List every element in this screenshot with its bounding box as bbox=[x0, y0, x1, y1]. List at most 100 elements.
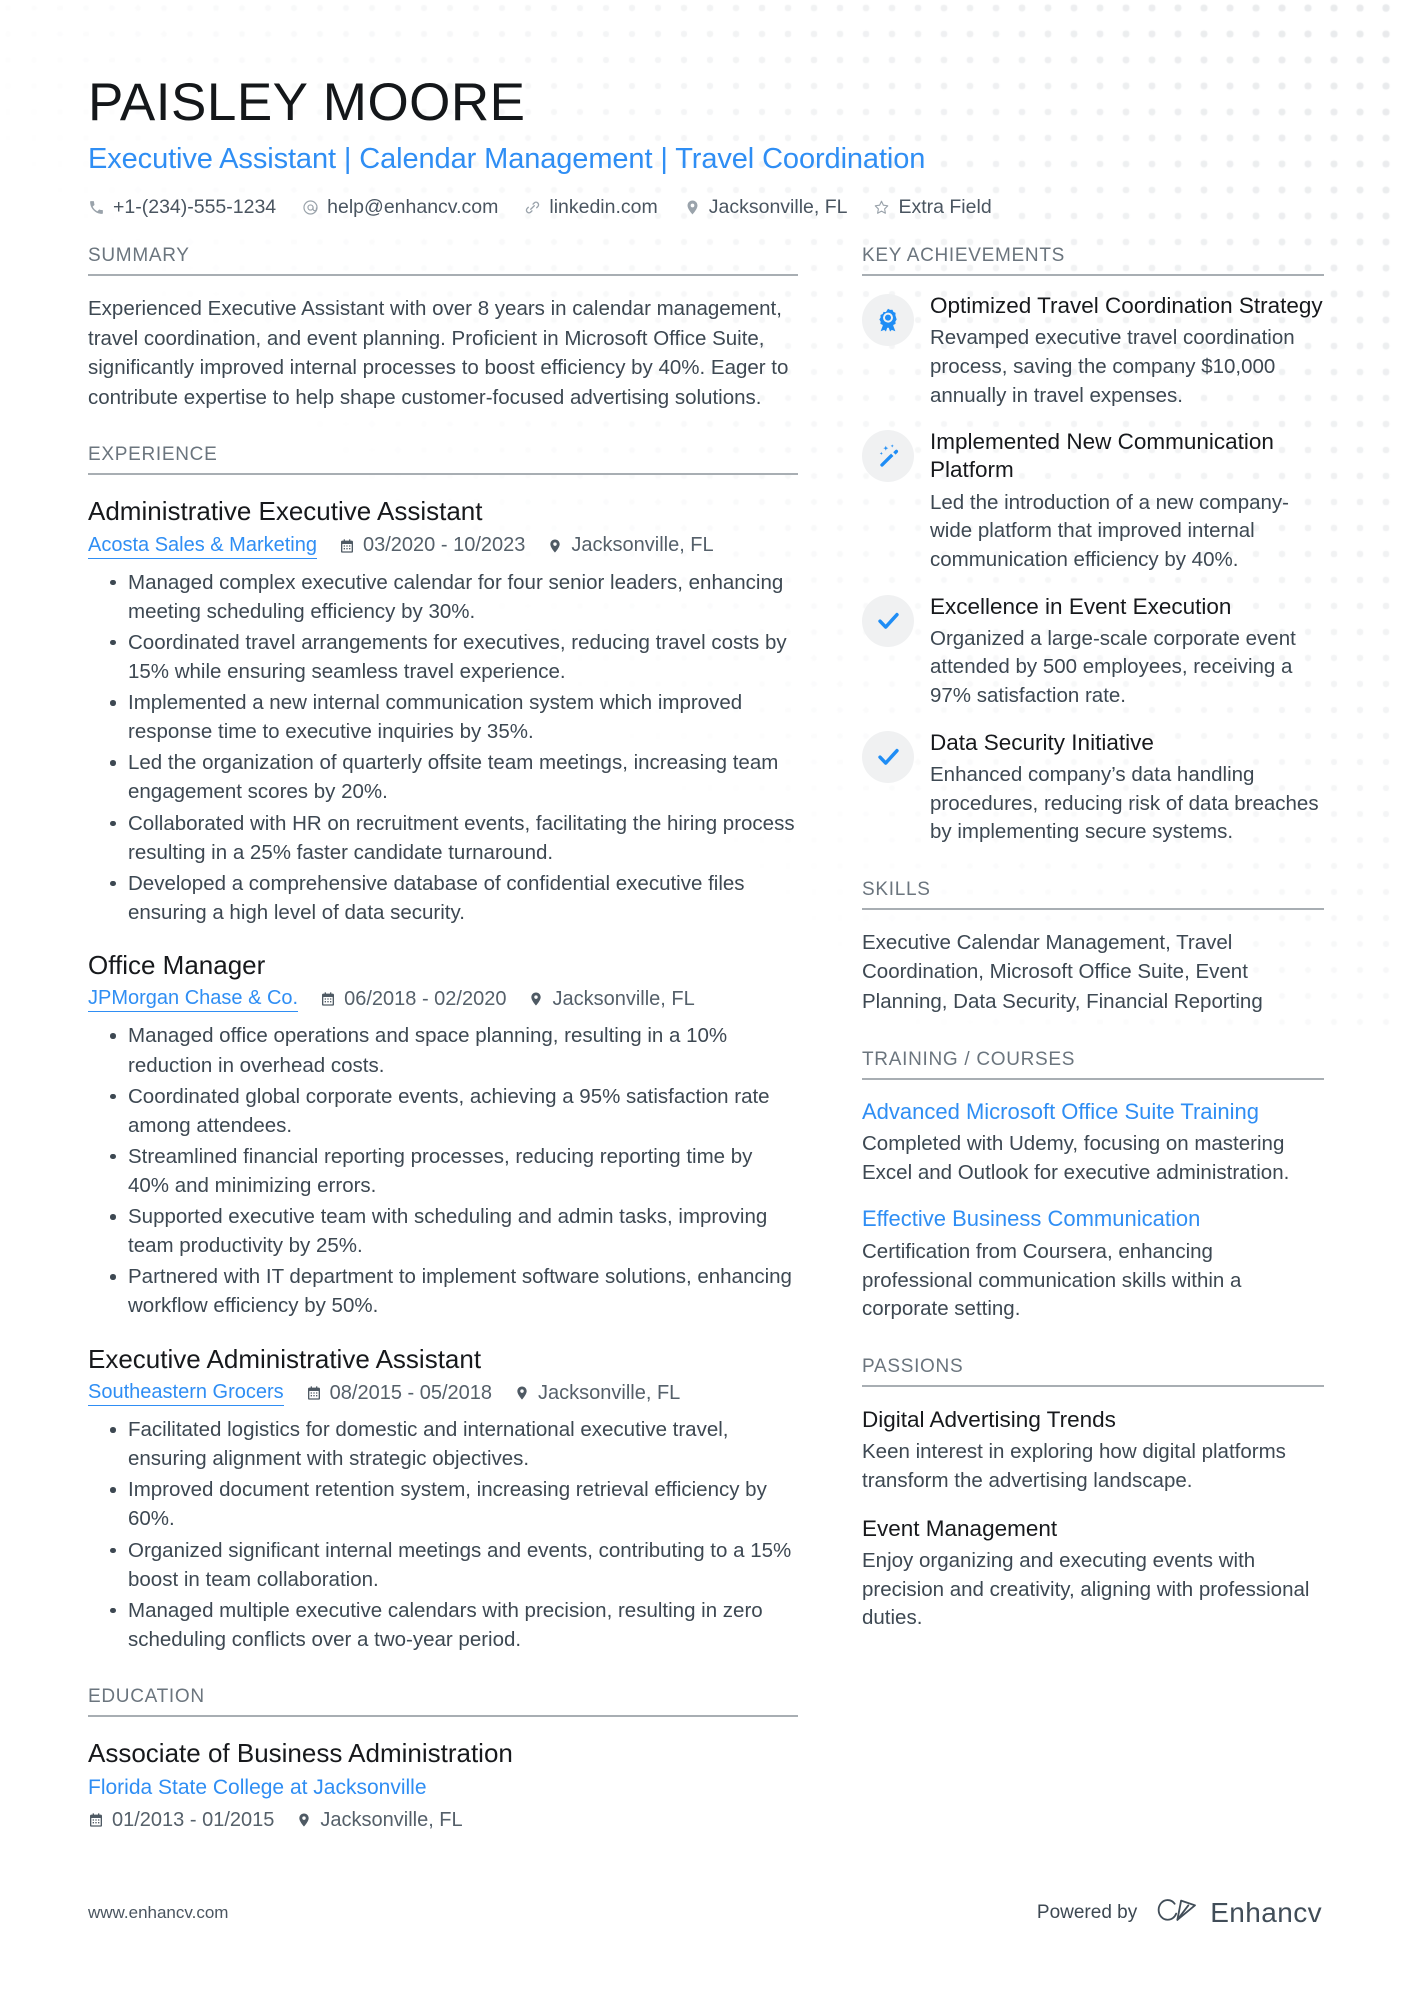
resume-header: PAISLEY MOORE Executive Assistant | Cale… bbox=[88, 73, 1322, 219]
job-dates: 08/2015 - 05/2018 bbox=[306, 1382, 492, 1405]
experience-entry: Administrative Executive Assistant Acost… bbox=[88, 495, 798, 927]
summary-text: Experienced Executive Assistant with ove… bbox=[88, 297, 789, 409]
job-dates-text: 06/2018 - 02/2020 bbox=[344, 987, 507, 1010]
contact-row: +1-(234)-555-1234 help@enhancv.com linke… bbox=[88, 196, 1322, 219]
achievement-item: Implemented New Communication Platform L… bbox=[862, 428, 1324, 574]
experience-bullet: Organized significant internal meetings … bbox=[110, 1536, 798, 1594]
powered-by-label: Powered by bbox=[1036, 1901, 1138, 1923]
job-location-text: Jacksonville, FL bbox=[538, 1381, 681, 1404]
achievement-item: Excellence in Event Execution Organized … bbox=[862, 593, 1324, 711]
section-summary: SUMMARY Experienced Executive Assistant … bbox=[88, 245, 798, 412]
achievement-description: Organized a large-scale corporate event … bbox=[930, 626, 1296, 708]
check-icon bbox=[862, 730, 914, 783]
job-company[interactable]: Acosta Sales & Marketing bbox=[88, 533, 317, 559]
section-key-achievements: KEY ACHIEVEMENTS Optimized Travel Coordi… bbox=[862, 245, 1324, 847]
experience-bullet: Managed complex executive calendar for f… bbox=[110, 568, 798, 626]
calendar-icon bbox=[339, 538, 355, 554]
course-title[interactable]: Effective Business Communication bbox=[862, 1205, 1324, 1234]
job-meta: JPMorgan Chase & Co. 06/2018 - 02/2020 J… bbox=[88, 986, 798, 1013]
job-dates: 06/2018 - 02/2020 bbox=[320, 988, 506, 1011]
job-location-text: Jacksonville, FL bbox=[571, 534, 714, 557]
experience-bullet: Managed office operations and space plan… bbox=[110, 1021, 798, 1079]
section-skills: SKILLS Executive Calendar Management, Tr… bbox=[862, 879, 1324, 1017]
experience-bullet: Streamlined financial reporting processe… bbox=[110, 1142, 798, 1200]
location-pin-icon bbox=[514, 1385, 530, 1401]
education-location: Jacksonville, FL bbox=[296, 1808, 463, 1832]
achievement-item: Data Security Initiative Enhanced compan… bbox=[862, 729, 1324, 847]
passion-description: Enjoy organizing and executing events wi… bbox=[862, 1549, 1310, 1630]
contact-phone-text: +1-(234)-555-1234 bbox=[113, 196, 277, 219]
experience-bullet: Improved document retention system, incr… bbox=[110, 1475, 798, 1533]
resume-page: PAISLEY MOORE Executive Assistant | Cale… bbox=[0, 0, 1410, 1995]
education-location-text: Jacksonville, FL bbox=[320, 1808, 463, 1831]
experience-bullet: Managed multiple executive calendars wit… bbox=[110, 1596, 798, 1654]
right-column: KEY ACHIEVEMENTS Optimized Travel Coordi… bbox=[862, 245, 1324, 1633]
email-icon bbox=[302, 199, 319, 216]
contact-phone[interactable]: +1-(234)-555-1234 bbox=[88, 196, 276, 219]
contact-extra-field: Extra Field bbox=[873, 196, 992, 219]
education-heading: EDUCATION bbox=[88, 1686, 798, 1717]
achievement-title: Data Security Initiative bbox=[930, 729, 1154, 755]
resume-footer: www.enhancv.com Powered by Enhancv bbox=[88, 1896, 1322, 1929]
experience-bullet: Collaborated with HR on recruitment even… bbox=[110, 809, 798, 867]
education-degree: Associate of Business Administration bbox=[88, 1737, 513, 1768]
achievement-body: Optimized Travel Coordination Strategy R… bbox=[930, 292, 1324, 410]
achievement-body: Data Security Initiative Enhanced compan… bbox=[930, 729, 1324, 847]
location-pin-icon bbox=[684, 199, 701, 216]
passion-title: Event Management bbox=[862, 1515, 1058, 1541]
resume-columns: SUMMARY Experienced Executive Assistant … bbox=[88, 245, 1324, 1832]
enhancv-brand: Enhancv bbox=[1155, 1896, 1322, 1929]
section-passions: PASSIONS Digital Advertising Trends Keen… bbox=[862, 1356, 1324, 1633]
candidate-headline: Executive Assistant | Calendar Managemen… bbox=[88, 143, 926, 176]
contact-linkedin[interactable]: linkedin.com bbox=[524, 196, 658, 219]
passion-description: Keen interest in exploring how digital p… bbox=[862, 1440, 1286, 1493]
calendar-icon bbox=[306, 1385, 322, 1401]
passion-item: Digital Advertising Trends Keen interest… bbox=[862, 1405, 1324, 1496]
check-icon bbox=[862, 594, 914, 647]
course-description: Certification from Coursera, enhancing p… bbox=[862, 1240, 1242, 1321]
education-school[interactable]: Florida State College at Jacksonville bbox=[88, 1774, 798, 1801]
experience-bullet: Facilitated logistics for domestic and i… bbox=[110, 1415, 798, 1473]
achievements-list: Optimized Travel Coordination Strategy R… bbox=[862, 292, 1324, 847]
job-location: Jacksonville, FL bbox=[528, 987, 695, 1011]
job-company[interactable]: JPMorgan Chase & Co. bbox=[88, 986, 299, 1013]
calendar-icon bbox=[88, 1812, 104, 1828]
achievement-body: Excellence in Event Execution Organized … bbox=[930, 593, 1324, 711]
job-title: Administrative Executive Assistant bbox=[88, 496, 483, 527]
job-company[interactable]: Southeastern Grocers bbox=[88, 1380, 284, 1407]
experience-heading: EXPERIENCE bbox=[88, 444, 798, 476]
contact-location: Jacksonville, FL bbox=[684, 196, 847, 219]
star-icon bbox=[873, 199, 890, 216]
course-item: Advanced Microsoft Office Suite Training… bbox=[862, 1098, 1324, 1188]
achievement-title: Implemented New Communication Platform bbox=[930, 429, 1274, 483]
footer-branding: Powered by Enhancv bbox=[1037, 1896, 1322, 1929]
enhancv-logo-icon bbox=[1155, 1896, 1199, 1929]
job-bullets: Managed complex executive calendar for f… bbox=[88, 568, 798, 927]
achievement-description: Led the introduction of a new company-wi… bbox=[930, 490, 1289, 571]
achievement-title: Optimized Travel Coordination Strategy bbox=[930, 293, 1323, 319]
contact-email-text: help@enhancv.com bbox=[327, 196, 499, 219]
achievement-title: Excellence in Event Execution bbox=[930, 593, 1232, 619]
section-education: EDUCATION Associate of Business Administ… bbox=[88, 1686, 798, 1832]
phone-icon bbox=[88, 199, 105, 216]
experience-bullet: Implemented a new internal communication… bbox=[110, 688, 798, 746]
location-pin-icon bbox=[547, 538, 563, 554]
footer-url[interactable]: www.enhancv.com bbox=[88, 1903, 228, 1923]
experience-list: Administrative Executive Assistant Acost… bbox=[88, 495, 798, 1654]
education-list: Associate of Business Administration Flo… bbox=[88, 1737, 798, 1832]
experience-bullet: Led the organization of quarterly offsit… bbox=[110, 748, 798, 806]
job-title: Office Manager bbox=[88, 949, 266, 980]
education-dates: 01/2013 - 01/2015 bbox=[88, 1809, 274, 1832]
course-title[interactable]: Advanced Microsoft Office Suite Training bbox=[862, 1098, 1324, 1127]
courses-list: Advanced Microsoft Office Suite Training… bbox=[862, 1098, 1324, 1325]
course-description: Completed with Udemy, focusing on master… bbox=[862, 1132, 1290, 1184]
experience-bullet: Partnered with IT department to implemen… bbox=[110, 1262, 798, 1320]
contact-email[interactable]: help@enhancv.com bbox=[302, 196, 498, 219]
job-dates-text: 08/2015 - 05/2018 bbox=[329, 1381, 493, 1404]
passions-heading: PASSIONS bbox=[862, 1356, 1324, 1388]
award-ribbon-icon bbox=[862, 294, 914, 347]
contact-linkedin-text: linkedin.com bbox=[549, 196, 658, 219]
link-icon bbox=[524, 199, 541, 216]
job-location-text: Jacksonville, FL bbox=[552, 987, 695, 1010]
experience-bullet: Coordinated travel arrangements for exec… bbox=[110, 628, 798, 686]
